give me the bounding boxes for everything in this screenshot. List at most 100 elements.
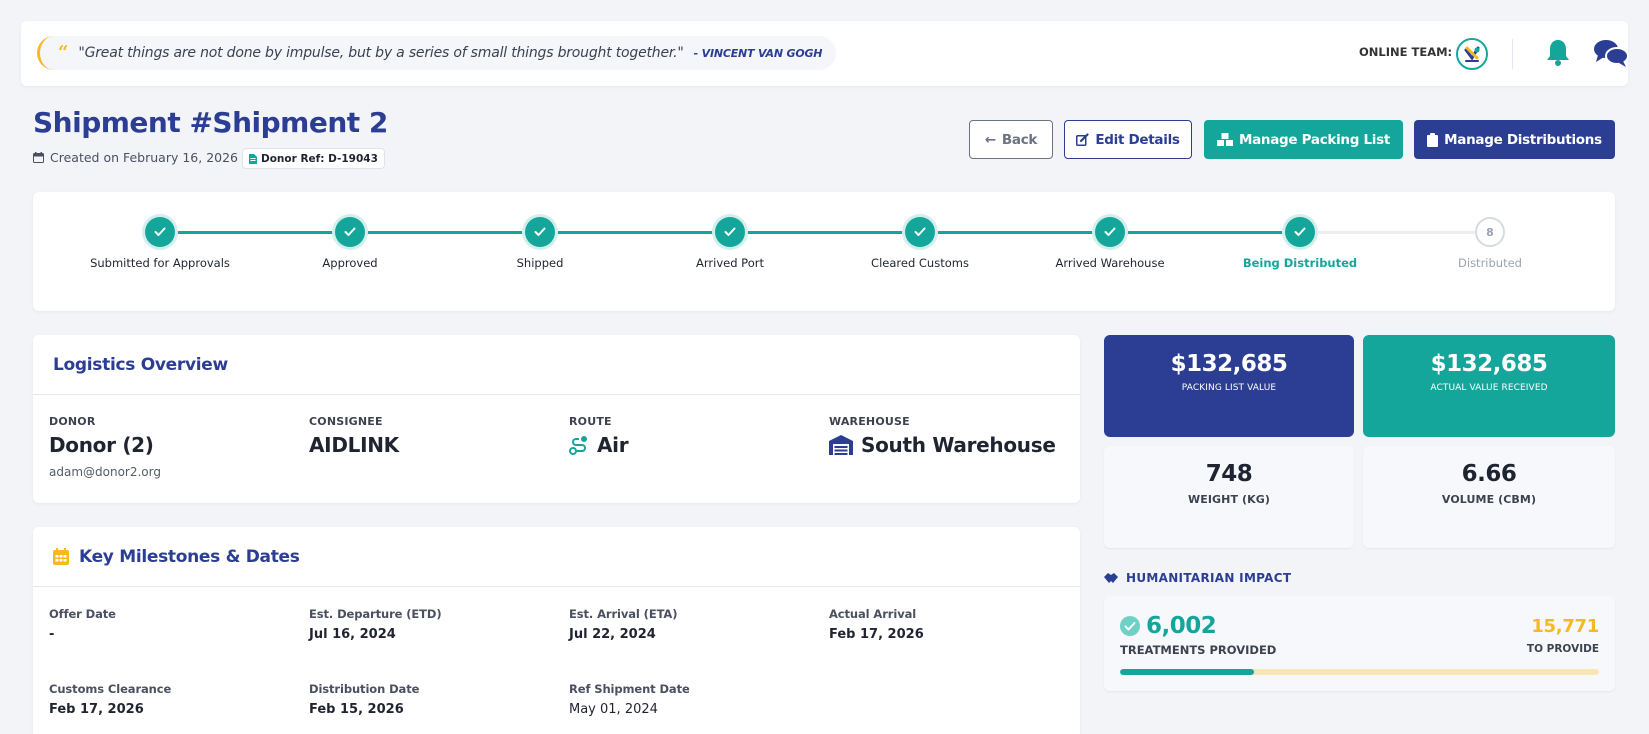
impact-progress-track <box>1120 669 1599 675</box>
manage-distributions-label: Manage Distributions <box>1444 131 1602 148</box>
created-date: Created on February 16, 2026 <box>33 150 238 165</box>
warehouse-label: WAREHOUSE <box>829 415 910 428</box>
key-milestones-title: Key Milestones & Dates <box>79 546 300 567</box>
eta-label: Est. Arrival (ETA) <box>569 607 678 621</box>
donor-ref-badge: Donor Ref: D-19043 <box>242 148 385 169</box>
customs-clearance-field: Customs Clearance Feb 17, 2026 <box>49 682 171 717</box>
donor-email: adam@donor2.org <box>49 465 161 479</box>
step-7: 8 Distributed <box>1395 217 1585 270</box>
route-label: ROUTE <box>569 415 612 428</box>
logistics-overview-card: Logistics Overview DONOR Donor (2) adam@… <box>33 335 1080 503</box>
warehouse-value: South Warehouse <box>861 433 1056 457</box>
step-check-icon <box>905 217 935 247</box>
weight-label: WEIGHT (KG) <box>1187 493 1270 506</box>
step-check-icon <box>335 217 365 247</box>
step-2: Shipped <box>445 217 635 270</box>
back-button[interactable]: ← Back <box>969 120 1053 159</box>
step-label: Approved <box>322 256 378 270</box>
step-1: Approved <box>255 217 445 270</box>
top-divider <box>1512 39 1513 69</box>
step-label: Cleared Customs <box>871 256 969 270</box>
route-value: Air <box>597 433 629 457</box>
to-provide-label: TO PROVIDE <box>1526 643 1599 655</box>
weight-value: 748 <box>1205 461 1253 487</box>
eta-value: Jul 22, 2024 <box>569 627 656 642</box>
actual-arrival-field: Actual Arrival Feb 17, 2026 <box>829 607 924 642</box>
created-date-text: Created on February 16, 2026 <box>50 150 239 165</box>
shipment-status-stepper: Submitted for Approvals Approved Shipped Ar… <box>33 192 1615 311</box>
step-6: Being Distributed <box>1205 217 1395 270</box>
etd-value: Jul 16, 2024 <box>309 627 396 642</box>
offer-date-value: - <box>49 627 55 642</box>
etd-field: Est. Departure (ETD) Jul 16, 2024 <box>309 607 442 642</box>
step-label: Being Distributed <box>1242 256 1358 270</box>
top-bar: “ "Great things are not done by impulse,… <box>21 21 1629 86</box>
step-label: Shipped <box>516 256 564 270</box>
eta-field: Est. Arrival (ETA) Jul 22, 2024 <box>569 607 677 642</box>
consignee-value: AIDLINK <box>309 433 399 457</box>
avatar-logo-icon <box>1458 40 1486 68</box>
customs-clearance-value: Feb 17, 2026 <box>49 702 144 717</box>
arrow-left-icon: ← <box>984 131 996 148</box>
key-milestones-header: Key Milestones & Dates <box>33 527 1080 587</box>
volume-value: 6.66 <box>1461 461 1517 487</box>
step-label: Arrived Port <box>696 256 764 270</box>
step-check-icon <box>145 217 175 247</box>
ref-shipment-date-field: Ref Shipment Date May 01, 2024 <box>569 682 690 717</box>
consignee-label: CONSIGNEE <box>309 415 383 428</box>
step-label: Distributed <box>1458 256 1522 270</box>
humanitarian-impact-card: 6,002 TREATMENTS PROVIDED 15,771 TO PROV… <box>1104 596 1615 691</box>
page-title: Shipment #Shipment 2 <box>33 106 388 139</box>
donor-ref-text: Donor Ref: D-19043 <box>261 152 378 165</box>
back-label: Back <box>1001 131 1038 148</box>
logistics-overview-title: Logistics Overview <box>33 335 1080 395</box>
donor-field: DONOR Donor (2) adam@donor2.org <box>49 415 161 479</box>
ref-shipment-date-value: May 01, 2024 <box>569 702 658 717</box>
distribution-date-label: Distribution Date <box>309 682 420 696</box>
packing-list-value: $132,685 <box>1170 351 1288 377</box>
step-check-icon <box>1285 217 1315 247</box>
step-label: Arrived Warehouse <box>1055 256 1165 270</box>
etd-label: Est. Departure (ETD) <box>309 607 442 621</box>
manage-distributions-button[interactable]: Manage Distributions <box>1414 120 1615 159</box>
packing-list-value-card: $132,685 PACKING LIST VALUE <box>1104 335 1354 437</box>
donor-value: Donor (2) <box>49 433 154 457</box>
humanitarian-impact-header: HUMANITARIAN IMPACT <box>1104 571 1291 585</box>
offer-date-label: Offer Date <box>49 607 116 621</box>
team-avatar[interactable] <box>1456 38 1488 70</box>
humanitarian-impact-title: HUMANITARIAN IMPACT <box>1126 571 1292 585</box>
edit-details-label: Edit Details <box>1095 131 1180 148</box>
actual-value-received: $132,685 <box>1430 351 1548 377</box>
boxes-icon <box>1216 133 1233 146</box>
check-circle-icon <box>1120 616 1140 636</box>
to-provide-value: 15,771 <box>1531 616 1599 637</box>
route-icon <box>569 436 587 455</box>
warehouse-value-row: South Warehouse <box>829 433 1056 457</box>
route-field: ROUTE Air <box>569 415 629 457</box>
manage-packing-list-label: Manage Packing List <box>1238 131 1391 148</box>
distribution-date-value: Feb 15, 2026 <box>309 702 404 717</box>
consignee-field: CONSIGNEE AIDLINK <box>309 415 399 457</box>
actual-value-received-card: $132,685 ACTUAL VALUE RECEIVED <box>1363 335 1615 437</box>
treatments-provided-value: 6,002 <box>1146 613 1217 639</box>
chat-icon[interactable] <box>1593 38 1629 72</box>
impact-progress-fill <box>1120 669 1255 675</box>
calendar-icon <box>53 548 69 565</box>
treatments-provided-row: 6,002 <box>1120 613 1217 639</box>
customs-clearance-label: Customs Clearance <box>49 682 172 696</box>
edit-details-button[interactable]: Edit Details <box>1064 120 1192 159</box>
notifications-bell-icon[interactable] <box>1546 38 1570 70</box>
distribution-date-field: Distribution Date Feb 15, 2026 <box>309 682 419 717</box>
actual-arrival-value: Feb 17, 2026 <box>829 627 924 642</box>
manage-packing-list-button[interactable]: Manage Packing List <box>1204 120 1403 159</box>
quote-banner: “ "Great things are not done by impulse,… <box>37 36 837 70</box>
step-label: Submitted for Approvals <box>90 256 230 270</box>
quote-text: "Great things are not done by impulse, b… <box>78 45 684 61</box>
step-5: Arrived Warehouse <box>1015 217 1205 270</box>
calendar-icon <box>33 152 44 163</box>
step-number: 8 <box>1475 217 1505 247</box>
step-check-icon <box>1095 217 1125 247</box>
actual-arrival-label: Actual Arrival <box>829 607 917 621</box>
route-value-row: Air <box>569 433 629 457</box>
step-3: Arrived Port <box>635 217 825 270</box>
